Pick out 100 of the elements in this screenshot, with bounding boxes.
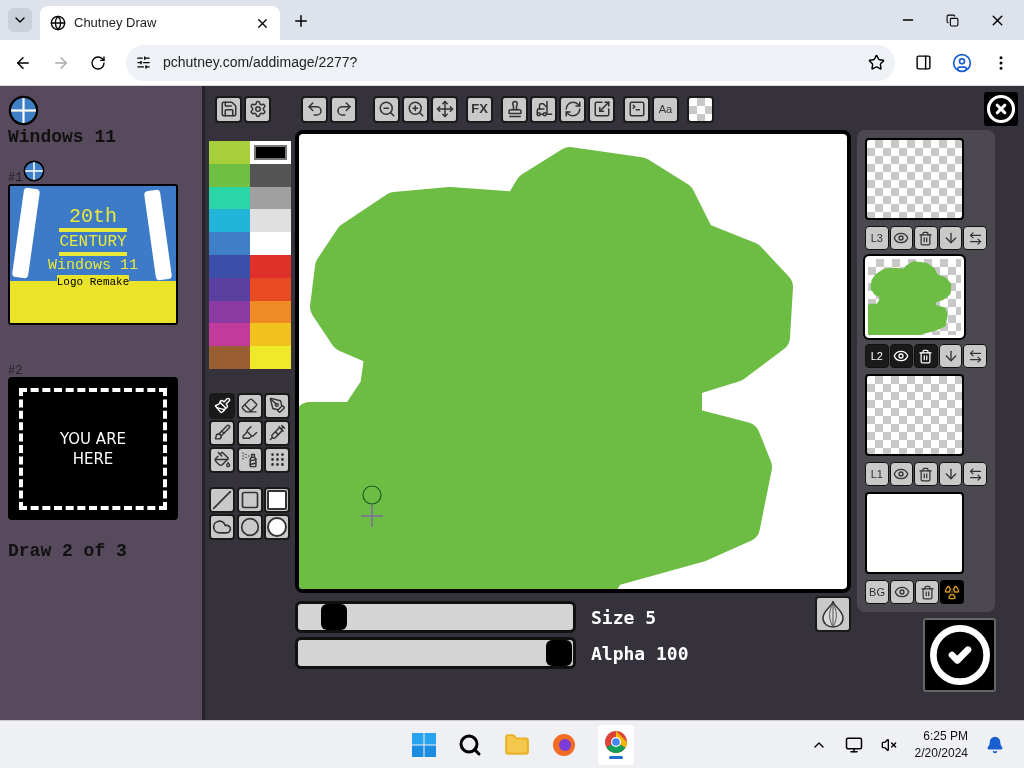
notification-bell-icon[interactable]	[986, 735, 1004, 754]
line-tool-button[interactable]	[209, 486, 235, 513]
layer-name-button[interactable]: L3	[865, 226, 889, 250]
color-swatch[interactable]	[250, 141, 291, 164]
zoom-in-button[interactable]	[402, 95, 429, 123]
layer-name-button[interactable]: L1	[865, 462, 889, 486]
color-swatch[interactable]	[209, 255, 250, 278]
wide-brush-tool-button[interactable]	[209, 419, 235, 446]
swap-layer-button[interactable]	[963, 226, 987, 250]
color-swatch[interactable]	[250, 163, 291, 187]
layer-name-button[interactable]: BG	[865, 580, 889, 604]
layer-thumbnail[interactable]	[865, 374, 964, 456]
undo-button[interactable]	[301, 95, 328, 123]
color-swatch[interactable]	[209, 346, 250, 369]
brush-tool-button[interactable]	[209, 392, 235, 419]
clock-date[interactable]: 2/20/2024	[914, 744, 968, 762]
effects-button[interactable]: FX	[466, 95, 493, 123]
pen-tool-button[interactable]	[264, 392, 291, 419]
color-swatch[interactable]	[250, 277, 291, 301]
site-settings-icon[interactable]	[136, 55, 151, 70]
eraser-tool-button[interactable]	[236, 392, 263, 419]
slider-track[interactable]	[295, 601, 576, 633]
spray-tool-button[interactable]	[236, 446, 263, 473]
network-icon[interactable]	[844, 735, 863, 754]
rotate-button[interactable]	[559, 95, 586, 123]
start-icon[interactable]	[412, 732, 436, 757]
clear-all-button[interactable]	[940, 580, 964, 604]
color-swatch[interactable]	[209, 186, 250, 210]
layer-thumbnail[interactable]	[865, 138, 964, 220]
rectangle-outline-button[interactable]	[236, 486, 263, 513]
delete-layer-button[interactable]	[915, 580, 939, 604]
color-swatch[interactable]	[250, 346, 291, 369]
color-swatch[interactable]	[209, 163, 250, 187]
reload-icon[interactable]	[90, 54, 106, 71]
color-swatch[interactable]	[250, 186, 291, 210]
color-swatch[interactable]	[250, 323, 291, 347]
fill-tool-button[interactable]	[209, 446, 235, 473]
delete-layer-button[interactable]	[914, 226, 938, 250]
swap-layer-button[interactable]	[963, 344, 987, 368]
move-down-button[interactable]	[938, 344, 963, 368]
slider-thumb[interactable]	[546, 640, 573, 666]
browser-tab[interactable]: Chutney Draw	[40, 6, 280, 40]
color-swatch[interactable]	[209, 209, 250, 233]
bookmark-star-icon[interactable]	[868, 54, 885, 71]
font-button[interactable]: Aa	[652, 95, 679, 123]
color-swatch[interactable]	[250, 255, 291, 278]
drawing-canvas[interactable]	[295, 130, 851, 593]
pattern-tool-button[interactable]	[264, 446, 291, 473]
search-icon[interactable]	[458, 732, 482, 757]
color-swatch[interactable]	[250, 209, 291, 233]
drawing-thumbnail[interactable]: 20th CENTURY Windows 11 Logo Remake	[8, 184, 178, 325]
syringe-tool-button[interactable]	[264, 419, 291, 446]
color-swatch[interactable]	[209, 141, 250, 164]
color-swatch[interactable]	[209, 232, 250, 255]
color-swatch[interactable]	[209, 277, 250, 301]
close-button[interactable]	[984, 92, 1018, 126]
color-swatch[interactable]	[209, 323, 250, 347]
delete-layer-button[interactable]	[914, 344, 938, 368]
new-tab-icon[interactable]	[292, 12, 310, 30]
ellipse-fill-button[interactable]	[264, 513, 291, 540]
clock-time[interactable]: 6:25 PM	[923, 727, 968, 745]
slider-track[interactable]	[295, 637, 576, 669]
visibility-button[interactable]	[889, 344, 914, 368]
side-panel-icon[interactable]	[915, 54, 932, 71]
marker-tool-button[interactable]	[236, 419, 263, 446]
save-button[interactable]	[215, 95, 242, 123]
tab-list-button[interactable]	[8, 8, 32, 32]
delete-layer-button[interactable]	[914, 462, 938, 486]
address-field[interactable]: pchutney.com/addimage/2277?	[126, 44, 895, 81]
color-swatch[interactable]	[250, 232, 291, 255]
browser-app-icon[interactable]	[552, 732, 576, 757]
cloud-shape-button[interactable]	[209, 513, 235, 540]
visibility-button[interactable]	[889, 226, 914, 250]
transparency-button[interactable]	[687, 95, 714, 123]
move-button[interactable]	[431, 95, 458, 123]
layer-name-button[interactable]: L2	[865, 344, 889, 368]
color-swatch[interactable]	[209, 300, 250, 324]
profile-icon[interactable]	[952, 52, 972, 73]
color-swatch[interactable]	[250, 300, 291, 324]
rectangle-fill-button[interactable]	[264, 486, 291, 513]
visibility-button[interactable]	[890, 580, 914, 604]
visibility-button[interactable]	[889, 462, 914, 486]
browser-taskbar-button[interactable]	[598, 724, 634, 765]
stamp-button[interactable]	[501, 95, 528, 123]
ellipse-outline-button[interactable]	[236, 513, 263, 540]
move-down-button[interactable]	[938, 226, 963, 250]
resize-button[interactable]	[588, 95, 615, 123]
confirm-button[interactable]	[923, 618, 996, 692]
volume-muted-icon[interactable]	[880, 736, 897, 753]
move-down-button[interactable]	[938, 462, 963, 486]
onion-skin-button[interactable]	[815, 596, 851, 632]
slider-thumb[interactable]	[320, 604, 347, 630]
swap-layer-button[interactable]	[963, 462, 987, 486]
forklift-button[interactable]	[530, 95, 557, 123]
zoom-out-button[interactable]	[373, 95, 400, 123]
text-box-button[interactable]	[623, 95, 650, 123]
layer-thumbnail[interactable]	[865, 492, 964, 574]
redo-button[interactable]	[330, 95, 357, 123]
settings-button[interactable]	[244, 95, 271, 123]
restore-icon[interactable]	[946, 13, 959, 27]
